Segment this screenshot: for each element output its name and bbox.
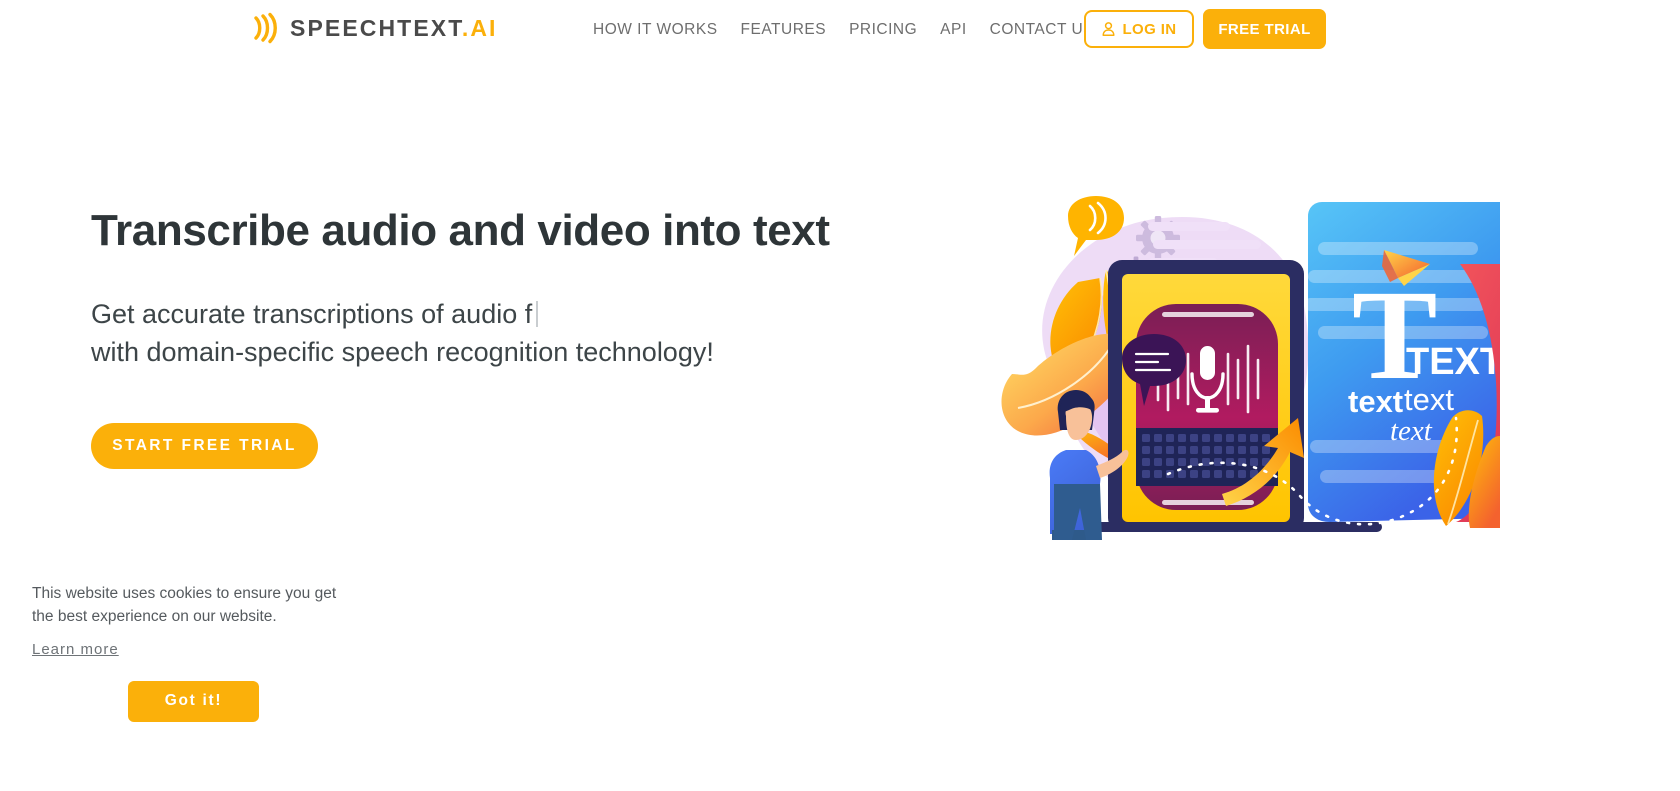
document-word-text-italic: text xyxy=(1390,415,1433,447)
header-free-trial-label: FREE TRIAL xyxy=(1218,20,1311,38)
cookie-accept-button[interactable]: Got it! xyxy=(128,680,259,722)
start-free-trial-button[interactable]: START FREE TRIAL xyxy=(91,423,318,469)
hero-subtitle: Get accurate transcriptions of audio f w… xyxy=(91,295,851,372)
nav-contact-us[interactable]: CONTACT US xyxy=(990,21,1094,39)
nav-pricing[interactable]: PRICING xyxy=(849,21,917,39)
sound-wave-icon xyxy=(252,12,280,44)
document-word-text-bold: text xyxy=(1348,384,1403,419)
page-root: SPEECHTEXT.AI HOW IT WORKS FEATURES PRIC… xyxy=(0,0,1680,791)
user-icon xyxy=(1101,21,1116,37)
nav-api[interactable]: API xyxy=(940,21,966,39)
hero-copy: Transcribe audio and video into text Get… xyxy=(91,205,851,372)
logo-wordmark: SPEECHTEXT.AI xyxy=(290,14,498,41)
document-word-TEXT: TEXT xyxy=(1406,341,1500,383)
nav-features[interactable]: FEATURES xyxy=(741,21,827,39)
logo-suffix: .AI xyxy=(461,14,498,41)
site-header: SPEECHTEXT.AI HOW IT WORKS FEATURES PRIC… xyxy=(0,0,1680,60)
cookie-consent-banner: This website uses cookies to ensure you … xyxy=(0,560,360,750)
cookie-learn-more-link[interactable]: Learn more xyxy=(32,641,119,658)
typing-caret xyxy=(536,300,539,327)
start-free-trial-label: START FREE TRIAL xyxy=(112,437,297,454)
login-button-label: LOG IN xyxy=(1122,20,1177,38)
hero-subtitle-line-2: with domain-specific speech recognition … xyxy=(91,337,714,368)
login-button[interactable]: LOG IN xyxy=(1084,10,1194,48)
site-logo[interactable]: SPEECHTEXT.AI xyxy=(252,12,498,44)
cookie-message: This website uses cookies to ensure you … xyxy=(32,585,337,626)
hero-subtitle-text-1: Get accurate transcriptions of audio f xyxy=(91,298,533,329)
hero-subtitle-line-1: Get accurate transcriptions of audio f xyxy=(91,295,851,333)
nav-how-it-works[interactable]: HOW IT WORKS xyxy=(593,21,718,39)
page-title: Transcribe audio and video into text xyxy=(91,206,830,255)
document-word-text-regular: text xyxy=(1404,382,1454,417)
logo-name: SPEECHTEXT xyxy=(290,14,462,41)
header-free-trial-button[interactable]: FREE TRIAL xyxy=(1203,9,1326,49)
main-navigation: HOW IT WORKS FEATURES PRICING API CONTAC… xyxy=(593,0,1094,60)
speech-to-text-illustration: T TEXT text text text xyxy=(900,178,1500,540)
